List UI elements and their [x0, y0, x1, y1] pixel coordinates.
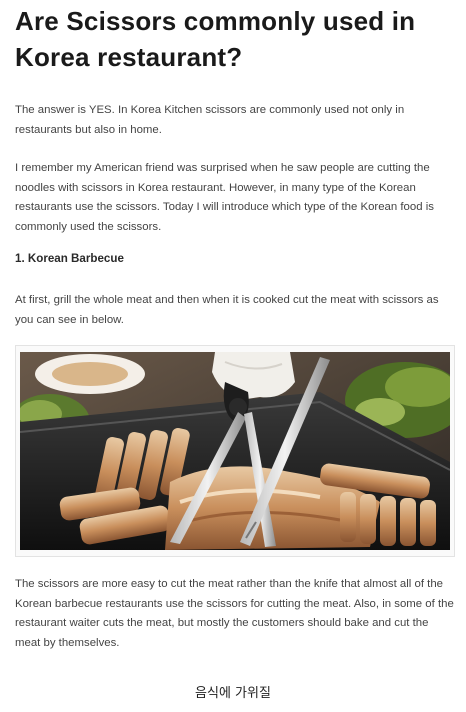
paragraph-answer: The answer is YES. In Korea Kitchen scis… — [15, 104, 405, 136]
article-title: Are Scissors commonly used in Korea rest… — [15, 6, 416, 72]
paragraph-grill: At first, grill the whole meat and then … — [15, 294, 439, 326]
barbecue-photo — [15, 345, 455, 557]
image-caption: 음식에 가위질 — [195, 686, 271, 701]
section-heading: 1. Korean Barbecue — [15, 252, 124, 265]
paragraph-intro: I remember my American friend was surpri… — [15, 162, 434, 233]
paragraph-scissors: The scissors are more easy to cut the me… — [15, 578, 454, 649]
barbecue-scissors-image — [20, 352, 450, 550]
